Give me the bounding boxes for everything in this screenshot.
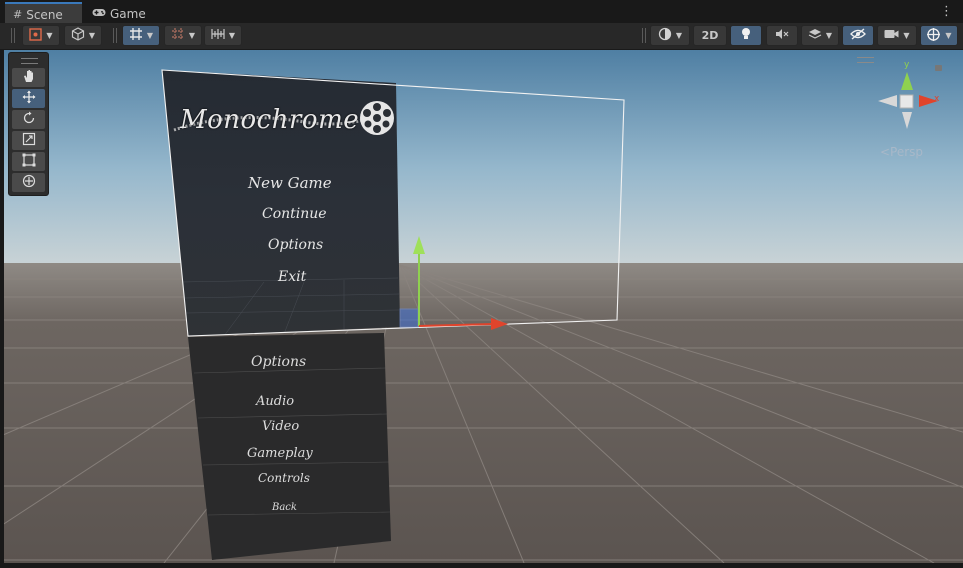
lightbulb-icon [740, 27, 752, 44]
chevron-down-icon: ▼ [903, 31, 910, 40]
chevron-down-icon: ▼ [46, 31, 53, 40]
chevron-down-icon: ▼ [188, 31, 196, 40]
options-item-controls[interactable]: Controls [258, 471, 310, 485]
transform-tool-button[interactable] [12, 173, 45, 192]
chevron-down-icon: ▼ [825, 31, 833, 40]
hash-icon: # [13, 8, 23, 21]
shading-mode-dropdown[interactable]: ▼ [650, 25, 690, 46]
menu-item-options[interactable]: Options [268, 237, 323, 253]
film-reel-icon [360, 101, 394, 135]
menu-item-continue[interactable]: Continue [262, 206, 327, 222]
scale-icon [22, 132, 36, 149]
rotate-tool-button[interactable] [12, 110, 45, 129]
draw-mode-dropdown[interactable]: ▼ [22, 25, 60, 46]
tools-overlay [8, 52, 49, 196]
chevron-down-icon: ▼ [228, 31, 236, 40]
gamepad-icon [92, 7, 106, 20]
audio-mute-icon [775, 28, 789, 43]
scene-toolbar: ▼ ▼ ▼ ▼ ▼ ▼ 2D ▼ ▼ ▼ [0, 23, 963, 50]
unity-editor: # Scene Game ⋮ ▼ ▼ ▼ ▼ ▼ ▼ 2D ▼ ▼ ▼ Mono… [0, 0, 963, 568]
gizmo-overlay-handle[interactable] [857, 57, 874, 63]
lock-icon[interactable] [935, 65, 942, 71]
toggle-2d-button[interactable]: 2D [693, 25, 727, 46]
toolbar-grip[interactable] [11, 28, 15, 43]
draw-mode-icon [29, 27, 43, 44]
rotate-icon [22, 111, 36, 128]
gizmos-dropdown[interactable]: ▼ [920, 25, 958, 46]
overlay-drag-handle[interactable] [21, 58, 38, 64]
toolbar-grip[interactable] [113, 28, 117, 43]
options-item-audio[interactable]: Audio [256, 394, 294, 409]
options-item-back[interactable]: Back [272, 502, 297, 513]
camera-dropdown[interactable]: ▼ [877, 25, 917, 46]
eye-hidden-icon [850, 28, 866, 43]
toggle-2d-label: 2D [701, 29, 719, 42]
sphere-icon [658, 27, 672, 44]
transform-icon [22, 174, 36, 191]
rect-transform-icon [22, 153, 36, 170]
snap-increment-dropdown[interactable]: ▼ [164, 25, 202, 46]
scene-visibility-button[interactable] [842, 25, 874, 46]
menu-item-new-game[interactable]: New Game [248, 174, 332, 192]
options-item-video[interactable]: Video [262, 419, 299, 434]
tab-scene[interactable]: # Scene [5, 2, 82, 25]
tab-bar: # Scene Game ⋮ [0, 0, 963, 25]
gizmo-icon [926, 27, 941, 45]
toolbar-grip[interactable] [642, 28, 646, 43]
tab-label: Scene [26, 7, 63, 22]
chevron-down-icon: ▼ [88, 31, 96, 40]
audio-toggle-button[interactable] [766, 25, 798, 46]
hand-icon [22, 69, 36, 86]
chevron-down-icon: ▼ [146, 31, 154, 40]
tab-game[interactable]: Game [84, 4, 154, 23]
camera-icon [884, 29, 899, 42]
gizmo-x-label: x [934, 94, 940, 104]
increment-snap-dropdown[interactable]: ▼ [204, 25, 242, 46]
chevron-down-icon: ▼ [945, 31, 952, 40]
cube-icon [71, 27, 85, 44]
layers-icon [808, 28, 822, 44]
options-title: Options [251, 354, 307, 370]
grid-icon [129, 27, 143, 44]
more-options-icon[interactable]: ⋮ [940, 5, 953, 18]
snap-grid-icon [171, 27, 185, 44]
gizmo-y-label: y [904, 60, 910, 70]
scene-viewport[interactable]: Monochrome New Game Continue Options Exi… [4, 50, 963, 563]
menu-title: Monochrome [180, 105, 360, 135]
menu-item-exit[interactable]: Exit [278, 269, 306, 285]
effects-dropdown[interactable]: ▼ [801, 25, 839, 46]
hand-tool-button[interactable] [12, 68, 45, 87]
options-item-gameplay[interactable]: Gameplay [247, 446, 313, 461]
tab-label: Game [110, 6, 146, 21]
chevron-down-icon: ▼ [675, 31, 683, 40]
scale-tool-button[interactable] [12, 131, 45, 150]
grid-snap-dropdown[interactable]: ▼ [122, 25, 160, 46]
projection-toggle[interactable]: <Persp [880, 145, 923, 159]
ruler-icon [211, 28, 225, 43]
render-mode-dropdown[interactable]: ▼ [64, 25, 102, 46]
bottom-border [0, 563, 963, 568]
rect-tool-button[interactable] [12, 152, 45, 171]
move-arrows-icon [22, 90, 36, 107]
lighting-toggle-button[interactable] [730, 25, 762, 46]
move-tool-button[interactable] [12, 89, 45, 108]
